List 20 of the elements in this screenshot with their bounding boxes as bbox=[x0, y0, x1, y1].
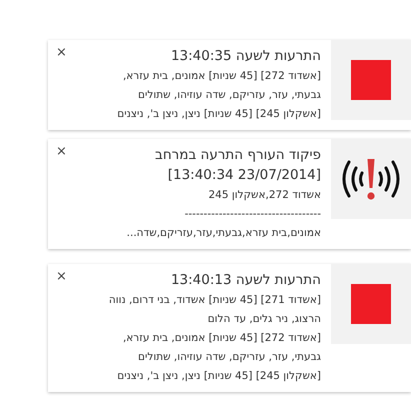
notification-title: פיקוד העורף התרעה במרחב bbox=[154, 146, 321, 165]
notification-text: הרצוג, ניר גלים, עד הלום bbox=[206, 312, 321, 327]
notification-title: התרעות לשעה 13:40:13 bbox=[170, 271, 321, 290]
square-icon bbox=[351, 284, 391, 324]
close-button[interactable]: × bbox=[56, 145, 67, 158]
notification-text: גבעתי, עזר, עזריקם, שדה עוזיהו, שתולים bbox=[137, 350, 321, 365]
notification-text: גבעתי, עזר, עזריקם, שדה עוזיהו, שתולים bbox=[137, 88, 321, 103]
notification-text: [אשקלון 245] [45 שניות] ניצן, ניצן ב', ניצנים bbox=[116, 369, 321, 384]
square-icon bbox=[351, 60, 391, 100]
notification-text: אמונים,בית עזרא,גבעתי,עזר,עזריקם,שדה... bbox=[126, 226, 321, 241]
notification-text: [אשדוד 272] [45 שניות] אמונים, בית עזרא, bbox=[122, 69, 321, 84]
notification-text: אשדוד 272,אשקלון 245 bbox=[208, 188, 321, 203]
notification-text: [אשדוד 271] [45 שניות] אשדוד, בני דרום, נווה bbox=[108, 293, 321, 308]
notification-text: ------------------------------------ bbox=[184, 207, 321, 222]
notification-title: התרעות לשעה 13:40:35 bbox=[170, 47, 321, 66]
close-button[interactable]: × bbox=[56, 46, 67, 59]
notification-text: [אשקלון 245] [45 שניות] ניצן, ניצן ב', ניצנים bbox=[116, 107, 321, 122]
notification-text: [אשדוד 272] [45 שניות] אמונים, בית עזרא, bbox=[122, 331, 321, 346]
close-button[interactable]: × bbox=[56, 270, 67, 283]
notification-title: [13:40:34 23/07/2014] bbox=[166, 166, 321, 185]
